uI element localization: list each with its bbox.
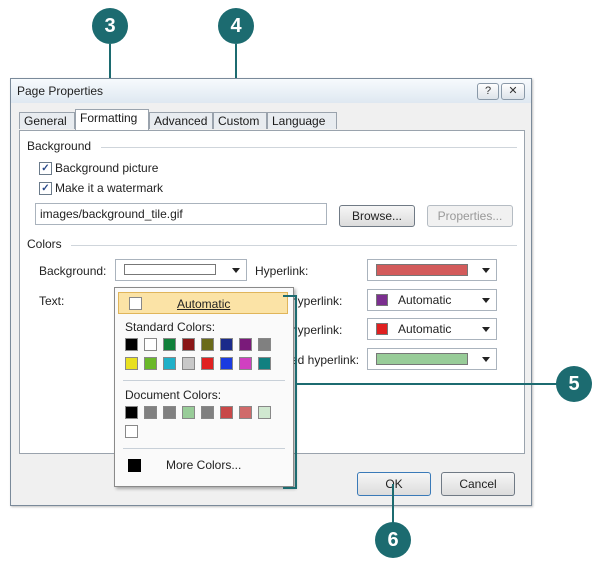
callout-6-line bbox=[392, 484, 394, 524]
hyperlink-color-dropdown[interactable] bbox=[367, 259, 497, 281]
visited-hyperlink-label: hyperlink: bbox=[291, 294, 343, 308]
chevron-down-icon bbox=[482, 268, 490, 273]
color-swatch[interactable] bbox=[125, 338, 138, 351]
active-hyperlink-label: hyperlink: bbox=[291, 323, 343, 337]
color-swatch[interactable] bbox=[182, 357, 195, 370]
hyperlink-color-swatch bbox=[376, 264, 468, 276]
color-swatch[interactable] bbox=[239, 406, 252, 419]
help-button[interactable]: ? bbox=[477, 83, 499, 100]
hovered-hyperlink-label: ed hyperlink: bbox=[291, 353, 360, 367]
callout-5-bracket-side bbox=[295, 295, 297, 489]
color-swatch[interactable] bbox=[144, 406, 157, 419]
tab-general[interactable]: General bbox=[19, 112, 75, 129]
automatic-label: Automatic bbox=[177, 297, 231, 311]
background-color-swatch bbox=[124, 264, 216, 275]
background-color-dropdown[interactable] bbox=[115, 259, 247, 281]
colors-group-divider bbox=[71, 245, 517, 246]
browse-button[interactable]: Browse... bbox=[339, 205, 415, 227]
more-colors-label: More Colors... bbox=[166, 458, 242, 472]
more-colors-option[interactable]: More Colors... bbox=[118, 454, 288, 476]
tab-language[interactable]: Language bbox=[267, 112, 337, 129]
active-hyperlink-dropdown[interactable]: Automatic bbox=[367, 318, 497, 340]
dialog-title: Page Properties bbox=[17, 84, 104, 98]
background-group-divider bbox=[101, 147, 517, 148]
tab-formatting[interactable]: Formatting bbox=[75, 109, 149, 130]
color-swatch[interactable] bbox=[258, 338, 271, 351]
popup-separator bbox=[123, 448, 285, 449]
color-swatch[interactable] bbox=[182, 406, 195, 419]
image-path-input[interactable]: images/background_tile.gif bbox=[35, 203, 327, 225]
color-swatch[interactable] bbox=[220, 406, 233, 419]
callout-3: 3 bbox=[92, 8, 128, 44]
color-swatch[interactable] bbox=[182, 338, 195, 351]
color-swatch[interactable] bbox=[125, 357, 138, 370]
chevron-down-icon bbox=[482, 298, 490, 303]
color-swatch[interactable] bbox=[220, 338, 233, 351]
color-swatch[interactable] bbox=[163, 406, 176, 419]
color-swatch[interactable] bbox=[201, 357, 214, 370]
chevron-down-icon bbox=[482, 327, 490, 332]
color-picker-popup: Automatic Standard Colors: Document Colo… bbox=[114, 287, 294, 487]
colors-group-label: Colors bbox=[27, 237, 62, 251]
visited-color-value: Automatic bbox=[398, 293, 452, 307]
color-swatch[interactable] bbox=[125, 406, 138, 419]
visited-color-swatch bbox=[376, 294, 388, 306]
hovered-color-swatch bbox=[376, 353, 468, 365]
color-swatch[interactable] bbox=[220, 357, 233, 370]
callout-5-bracket-bottom bbox=[283, 487, 297, 489]
tab-advanced[interactable]: Advanced bbox=[149, 112, 213, 129]
text-color-label: Text: bbox=[39, 294, 65, 308]
background-color-label: Background: bbox=[39, 264, 107, 278]
color-swatch[interactable] bbox=[258, 406, 271, 419]
bg-picture-label: Background picture bbox=[55, 161, 159, 175]
color-swatch[interactable] bbox=[125, 425, 138, 438]
callout-4: 4 bbox=[218, 8, 254, 44]
active-color-swatch bbox=[376, 323, 388, 335]
watermark-label: Make it a watermark bbox=[55, 181, 164, 195]
chevron-down-icon bbox=[482, 357, 490, 362]
background-group-label: Background bbox=[27, 139, 92, 153]
bg-picture-checkbox[interactable]: ✓ bbox=[39, 162, 52, 175]
more-colors-swatch bbox=[128, 459, 141, 472]
color-swatch[interactable] bbox=[258, 357, 271, 370]
color-swatch[interactable] bbox=[144, 338, 157, 351]
close-button[interactable]: ✕ bbox=[501, 83, 525, 100]
title-bar: Page Properties ? ✕ bbox=[11, 79, 531, 103]
automatic-option[interactable]: Automatic bbox=[118, 292, 288, 314]
color-swatch[interactable] bbox=[201, 338, 214, 351]
visited-hyperlink-dropdown[interactable]: Automatic bbox=[367, 289, 497, 311]
ok-button[interactable]: OK bbox=[357, 472, 431, 496]
color-swatch[interactable] bbox=[163, 338, 176, 351]
color-swatch[interactable] bbox=[239, 338, 252, 351]
properties-button[interactable]: Properties... bbox=[427, 205, 513, 227]
watermark-checkbox[interactable]: ✓ bbox=[39, 182, 52, 195]
color-swatch[interactable] bbox=[239, 357, 252, 370]
active-color-value: Automatic bbox=[398, 322, 452, 336]
cancel-button[interactable]: Cancel bbox=[441, 472, 515, 496]
popup-separator bbox=[123, 380, 285, 381]
chevron-down-icon bbox=[232, 268, 240, 273]
callout-6: 6 bbox=[375, 522, 411, 558]
callout-5: 5 bbox=[556, 366, 592, 402]
hyperlink-label: Hyperlink: bbox=[255, 264, 309, 278]
document-colors-label: Document Colors: bbox=[125, 388, 222, 402]
tab-custom[interactable]: Custom bbox=[213, 112, 267, 129]
standard-colors-label: Standard Colors: bbox=[125, 320, 216, 334]
color-swatch[interactable] bbox=[163, 357, 176, 370]
callout-5-line bbox=[297, 383, 557, 385]
hovered-hyperlink-dropdown[interactable] bbox=[367, 348, 497, 370]
color-swatch[interactable] bbox=[201, 406, 214, 419]
color-swatch[interactable] bbox=[144, 357, 157, 370]
automatic-swatch bbox=[129, 297, 142, 310]
